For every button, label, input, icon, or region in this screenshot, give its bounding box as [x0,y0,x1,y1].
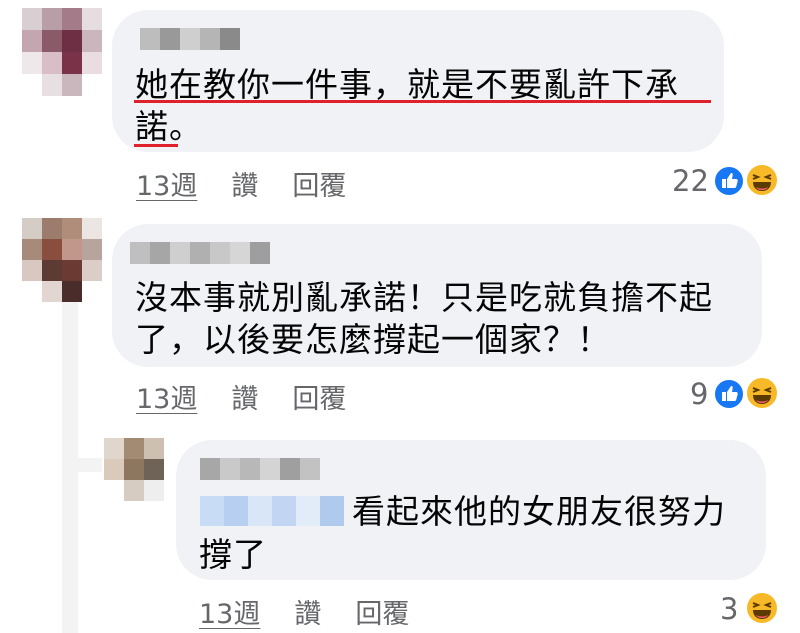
avatar[interactable] [22,218,102,302]
haha-icon[interactable] [744,590,780,626]
author-name-redacted[interactable] [200,458,320,480]
comment-text-line1: 看起來他的女朋友很努力 [352,492,726,531]
like-icon[interactable] [712,377,746,411]
timestamp-link[interactable]: 13週 [136,377,197,416]
reply-button[interactable]: 回覆 [355,592,409,631]
reaction-count[interactable]: 9 [690,377,708,411]
timestamp-link[interactable]: 13週 [199,592,260,631]
reaction-count[interactable]: 22 [672,164,709,198]
author-name-redacted[interactable] [130,242,270,264]
avatar[interactable] [22,8,102,96]
reaction-count[interactable]: 3 [720,592,738,626]
like-button[interactable]: 讚 [294,592,321,631]
haha-icon[interactable] [744,162,780,198]
reply-button[interactable]: 回覆 [292,377,346,416]
mention-tag-redacted[interactable] [200,496,344,526]
like-button[interactable]: 讚 [231,164,258,203]
comment-actions: 13週 讚 回覆 [199,592,409,631]
timestamp-link[interactable]: 13週 [136,164,197,203]
comment-text-line2: 撐了 [199,535,267,574]
haha-icon[interactable] [744,375,780,411]
comment-text-line2: 了，以後要怎麼撐起一個家？！ [135,320,611,359]
comment-actions: 13週 讚 回覆 [136,377,346,416]
author-name-redacted[interactable] [140,28,240,50]
reply-button[interactable]: 回覆 [292,164,346,203]
red-underline [134,144,178,147]
comment-text-line1: 沒本事就別亂承諾！只是吃就負擔不起 [135,278,713,317]
avatar[interactable] [104,438,164,501]
like-button[interactable]: 讚 [231,377,258,416]
red-underline [134,100,711,103]
thread-branch [62,458,102,472]
comment-actions: 13週 讚 回覆 [136,164,346,203]
like-icon[interactable] [712,164,746,198]
